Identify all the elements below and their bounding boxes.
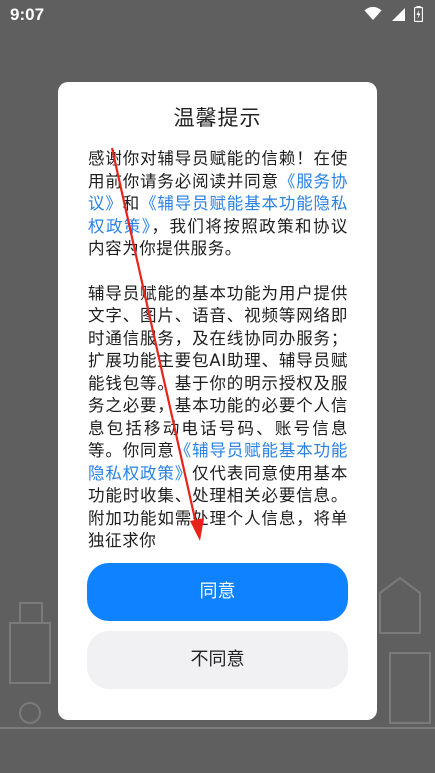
paragraph-text: 辅导员赋能的基本功能为用户提供文字、图片、语音、视频等网络即时通信服务，及在线协… [88,283,348,461]
battery-icon [414,6,423,22]
wifi-icon [364,7,382,20]
disagree-button[interactable]: 不同意 [87,631,348,689]
paragraph-text: 和 [122,194,141,213]
paragraph-basic-functions: 辅导员赋能的基本功能为用户提供文字、图片、语音、视频等网络即时通信服务，及在线协… [88,283,348,553]
status-icons [364,6,423,22]
dialog-title: 温馨提示 [173,106,262,130]
agree-button[interactable]: 同意 [87,563,348,621]
signal-icon [392,7,405,21]
status-time: 9:07 [10,5,45,24]
privacy-dialog: 温馨提示 感谢你对辅导员赋能的信赖！在使用前你请务必阅读并同意《服务协议》和《辅… [58,82,377,720]
paragraph-intro: 感谢你对辅导员赋能的信赖！在使用前你请务必阅读并同意《服务协议》和《辅导员赋能基… [88,148,348,261]
dialog-body[interactable]: 感谢你对辅导员赋能的信赖！在使用前你请务必阅读并同意《服务协议》和《辅导员赋能基… [88,148,348,614]
status-bar: 9:07 [0,0,435,30]
